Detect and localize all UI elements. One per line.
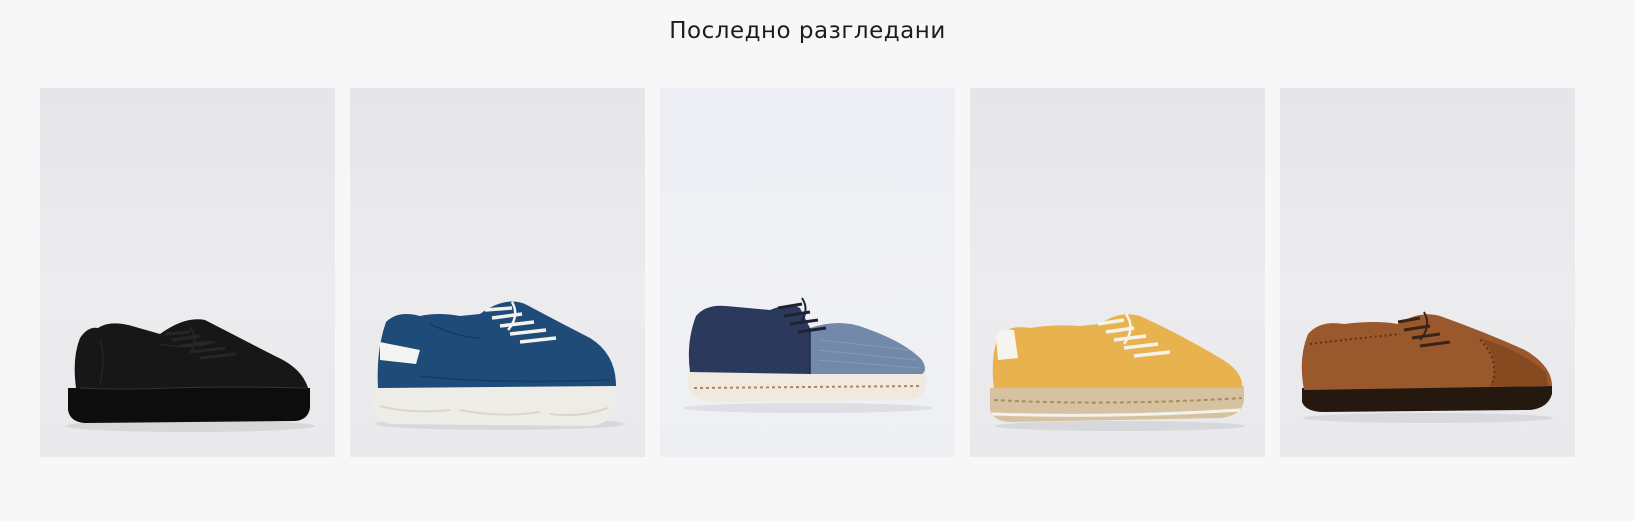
product-image-brown-brogue: [1301, 311, 1553, 423]
product-card-1[interactable]: [40, 88, 335, 457]
product-card-2[interactable]: [350, 88, 645, 457]
product-image-yellow-sneaker: [990, 313, 1245, 431]
product-card-3[interactable]: [660, 88, 955, 457]
product-image-blue-sneaker: [369, 301, 625, 430]
product-image-blue-derby: [683, 297, 933, 413]
product-card-5[interactable]: [1280, 88, 1575, 457]
product-image-black-sneaker: [65, 319, 315, 432]
section-title: Последно разгледани: [669, 18, 946, 44]
product-card-4[interactable]: [970, 88, 1265, 457]
